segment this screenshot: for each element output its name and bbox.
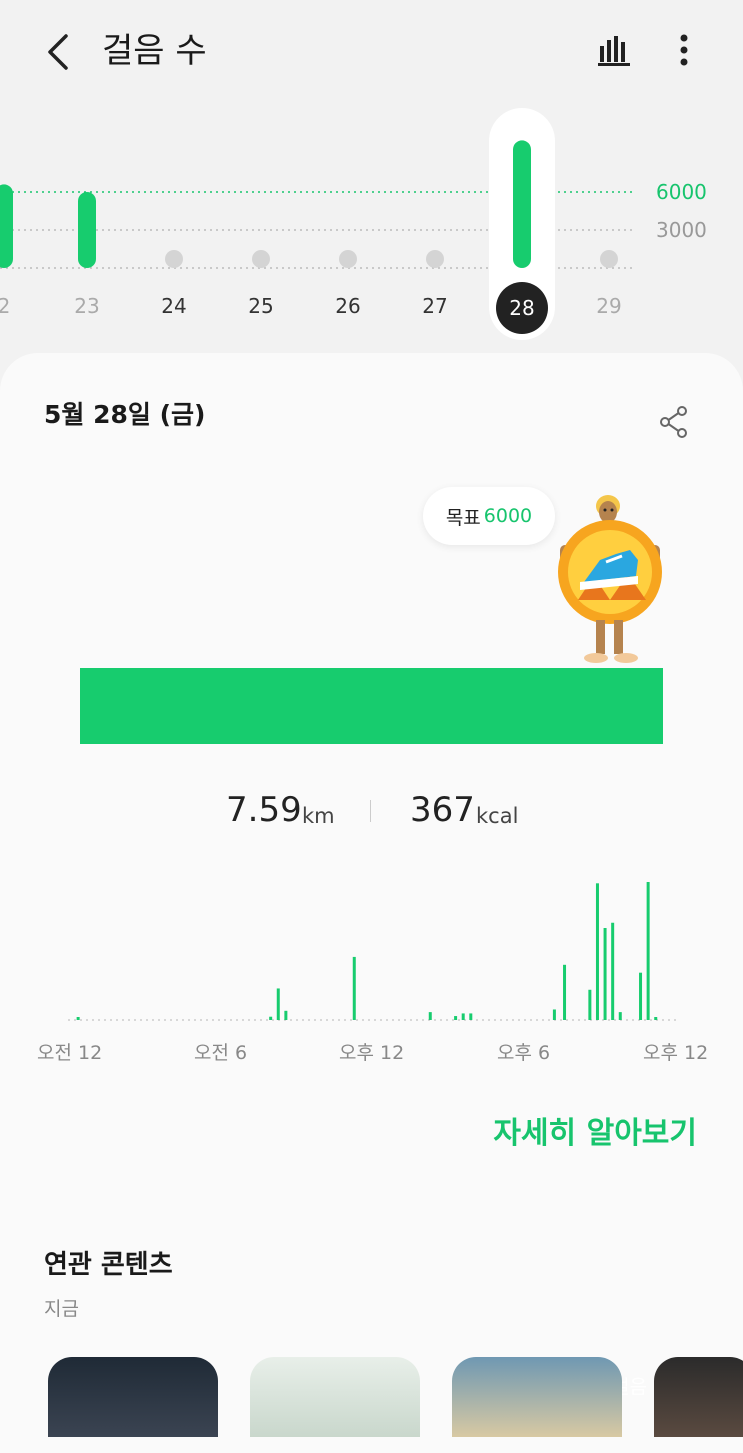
hourly-bar — [595, 883, 599, 1020]
hourly-bar — [454, 1016, 458, 1020]
day-bar[interactable] — [165, 250, 183, 268]
goal-text: 목표 — [445, 506, 481, 529]
hourly-bar — [284, 1010, 288, 1020]
day-bar[interactable] — [339, 250, 357, 268]
hourly-bar — [269, 1016, 273, 1020]
x-tick-label: 오전 12 — [37, 1042, 103, 1064]
distance-calorie-stats: 7.59 km 367 kcal — [0, 790, 743, 840]
mascot-illustration — [558, 495, 662, 663]
x-tick-label: 오후 12 — [339, 1042, 405, 1064]
day-label[interactable]: 27 — [405, 294, 465, 318]
hourly-bar — [352, 956, 356, 1020]
more-options-button[interactable] — [668, 28, 700, 72]
hourly-bar — [654, 1017, 658, 1020]
hourly-bar — [618, 1012, 622, 1020]
hourly-bar — [428, 1012, 432, 1020]
distance-value: 7.59 — [226, 790, 302, 830]
bar-chart-icon — [598, 36, 630, 66]
day-bar[interactable] — [252, 250, 270, 268]
hourly-bar — [461, 1013, 465, 1020]
related-thumbnail[interactable] — [250, 1357, 420, 1437]
distance-unit: km — [302, 804, 335, 828]
mid-gridline-label: 3000 — [656, 218, 707, 242]
day-label[interactable]: 29 — [579, 294, 639, 318]
page-title: 걸음 수 — [102, 31, 207, 71]
divider — [370, 800, 371, 822]
hourly-bar — [639, 972, 643, 1020]
goal-value: 6000 — [483, 505, 533, 527]
related-thumbnail[interactable] — [654, 1357, 743, 1437]
hourly-bar — [552, 1009, 556, 1020]
back-button[interactable] — [40, 30, 76, 74]
day-label[interactable]: 24 — [144, 294, 204, 318]
day-bar[interactable] — [513, 140, 531, 268]
summary-date: 5월 28일 (금) — [44, 400, 206, 429]
x-tick-label: 오후 6 — [497, 1042, 551, 1064]
hourly-bar — [276, 988, 280, 1020]
day-label[interactable]: 25 — [231, 294, 291, 318]
x-tick-label: 오후 12 — [643, 1042, 709, 1064]
app-bar: 걸음 수 — [0, 0, 743, 100]
related-thumbnail[interactable] — [48, 1357, 218, 1437]
calories-unit: kcal — [476, 804, 519, 828]
hourly-steps-chart — [0, 870, 743, 1040]
day-label[interactable]: 23 — [57, 294, 117, 318]
steps-total: 10072 걸음 — [80, 668, 663, 1398]
hourly-bar — [76, 1017, 80, 1020]
hourly-bar — [611, 922, 615, 1020]
share-icon — [660, 406, 687, 438]
related-content-subtitle: 지금 — [44, 1298, 79, 1320]
day-label[interactable]: 2 — [0, 294, 34, 318]
day-label[interactable]: 26 — [318, 294, 378, 318]
share-button[interactable] — [656, 404, 692, 440]
hourly-bar — [563, 964, 567, 1020]
hourly-bar — [469, 1013, 473, 1020]
trends-button[interactable] — [594, 30, 634, 70]
goal-gridline-label: 6000 — [656, 180, 707, 204]
related-thumbnail[interactable] — [452, 1357, 622, 1437]
day-bar[interactable] — [0, 184, 13, 268]
goal-bubble: 목표 6000 — [423, 487, 555, 545]
chevron-left-icon — [48, 34, 68, 70]
hourly-bar — [603, 928, 607, 1020]
x-tick-label: 오전 6 — [194, 1042, 248, 1064]
hourly-bar — [646, 882, 650, 1020]
day-bar[interactable] — [426, 250, 444, 268]
day-bar[interactable] — [78, 192, 96, 268]
selected-day[interactable]: 28 — [496, 282, 548, 334]
related-content-title: 연관 콘텐츠 — [44, 1250, 173, 1280]
day-bar[interactable] — [600, 250, 618, 268]
calories-value: 367 — [410, 790, 475, 830]
learn-more-link[interactable]: 자세히 알아보기 — [493, 1108, 697, 1152]
hourly-bars — [68, 882, 676, 1021]
more-vert-icon — [680, 34, 688, 66]
hourly-bar — [588, 989, 592, 1020]
